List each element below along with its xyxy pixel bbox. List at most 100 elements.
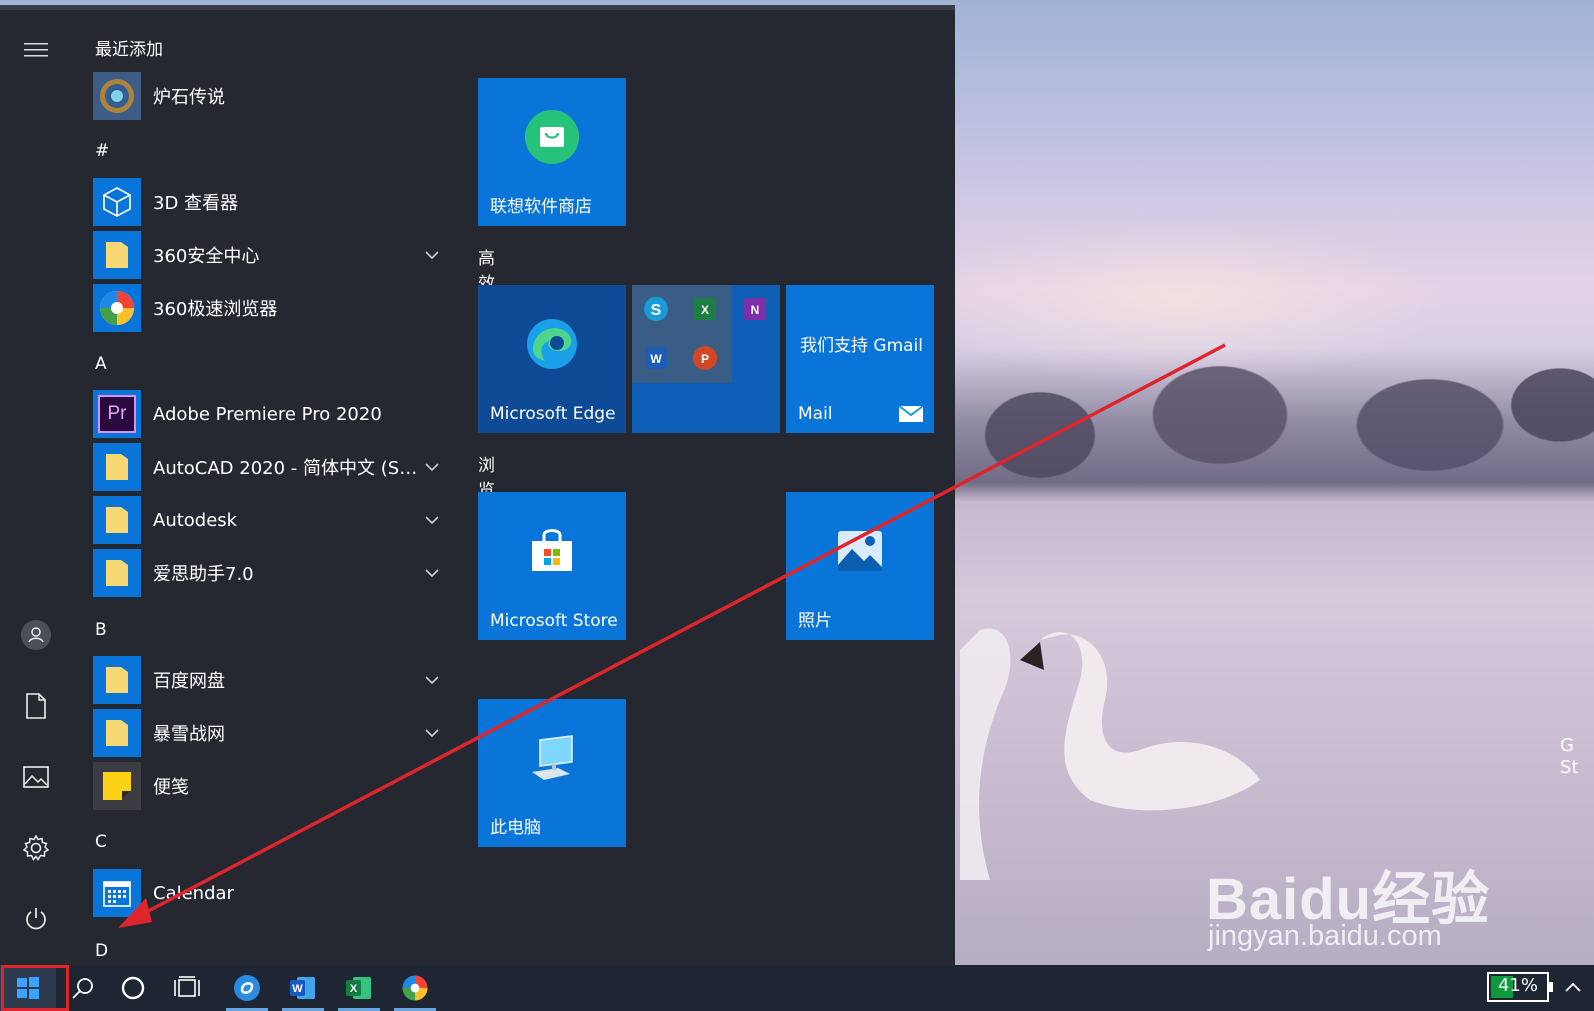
app-3d-viewer[interactable]: 3D 查看器: [93, 178, 450, 226]
computer-icon: [478, 699, 626, 817]
premiere-pro-icon: Pr: [93, 390, 141, 438]
folder-icon: [93, 443, 141, 491]
search-icon: [72, 978, 93, 999]
swan-right: [1020, 632, 1260, 811]
wallpaper-trees: [960, 345, 1594, 495]
tile-microsoft-edge[interactable]: Microsoft Edge: [478, 285, 626, 433]
app-calendar[interactable]: Calendar: [93, 869, 450, 917]
photos-icon: [786, 492, 934, 610]
sticky-note-icon: [93, 762, 141, 810]
envelope-icon: [898, 405, 924, 422]
app-label: 暴雪战网: [153, 724, 225, 745]
app-label: 360安全中心: [153, 246, 260, 267]
all-apps-list: 最近添加 炉石传说 # 3D 查看器 360安全中心 360极速浏览器 A Pr…: [0, 5, 455, 965]
app-label: 3D 查看器: [153, 193, 239, 214]
app-sticky-notes[interactable]: 便笺: [93, 762, 450, 810]
hearthstone-icon: [93, 72, 141, 120]
app-label: Adobe Premiere Pro 2020: [153, 403, 382, 425]
tile-microsoft-store[interactable]: Microsoft Store: [478, 492, 626, 640]
battery-tip: [1549, 982, 1553, 992]
app-premiere-pro[interactable]: Pr Adobe Premiere Pro 2020: [93, 390, 450, 438]
app-folder-autocad[interactable]: AutoCAD 2020 - 简体中文 (Si...: [93, 443, 450, 491]
taskbar-app-lenovo[interactable]: [220, 965, 274, 1011]
folder-icon: [93, 549, 141, 597]
chevron-down-icon[interactable]: [424, 512, 440, 528]
section-recently-added[interactable]: 最近添加: [95, 35, 163, 60]
app-folder-baidupan[interactable]: 百度网盘: [93, 656, 450, 704]
task-view-icon: [174, 976, 200, 997]
app-label: 百度网盘: [153, 671, 225, 692]
cortana-ring-icon: [121, 976, 145, 1000]
chevron-down-icon[interactable]: [424, 459, 440, 475]
tile-lenovo-store[interactable]: 联想软件商店: [478, 78, 626, 226]
svg-text:W: W: [292, 983, 303, 995]
chevron-up-icon[interactable]: [1563, 977, 1583, 997]
baidu-watermark: Baidu经验 jingyan.baidu.com: [1206, 867, 1491, 952]
chevron-down-icon[interactable]: [424, 672, 440, 688]
shopping-bag-icon: [478, 78, 626, 196]
app-label: 爱思助手7.0: [153, 564, 254, 585]
app-label: 360极速浏览器: [153, 299, 278, 320]
taskbar: W X 41%: [0, 965, 1594, 1011]
chevron-down-icon[interactable]: [424, 565, 440, 581]
tile-label: Microsoft Edge: [490, 404, 616, 424]
section-d[interactable]: D: [95, 941, 108, 960]
cortana-button[interactable]: [106, 965, 160, 1011]
section-b[interactable]: B: [95, 620, 107, 640]
battery-indicator[interactable]: 41%: [1487, 972, 1549, 1002]
app-folder-aisi[interactable]: 爱思助手7.0: [93, 549, 450, 597]
app-label: 炉石传说: [153, 87, 225, 108]
browser-360-icon: [93, 284, 141, 332]
tile-label: 照片: [798, 611, 832, 631]
app-label: 便笺: [153, 777, 189, 798]
office-apps-icons: S X N W P: [644, 297, 766, 370]
section-a[interactable]: A: [95, 354, 107, 374]
tile-mail[interactable]: 我们支持 Gmail Mail: [786, 285, 934, 433]
section-c[interactable]: C: [95, 832, 107, 852]
svg-text:X: X: [701, 303, 709, 317]
svg-text:N: N: [751, 303, 760, 317]
tile-label: 联想软件商店: [490, 197, 592, 217]
app-label: Calendar: [153, 882, 234, 904]
svg-text:S: S: [651, 302, 662, 319]
edge-icon: [478, 285, 626, 403]
chevron-down-icon[interactable]: [424, 247, 440, 263]
chevron-down-icon[interactable]: [424, 725, 440, 741]
app-label: Autodesk: [153, 509, 238, 531]
taskbar-app-excel[interactable]: X: [332, 965, 386, 1011]
svg-text:P: P: [701, 352, 709, 366]
browser-360-icon: [402, 975, 428, 1001]
start-menu: 最近添加 炉石传说 # 3D 查看器 360安全中心 360极速浏览器 A Pr…: [0, 5, 955, 965]
app-folder-autodesk[interactable]: Autodesk: [93, 496, 450, 544]
word-icon: W: [290, 977, 315, 999]
store-bag-icon: [478, 492, 626, 610]
battery-percentage: 41%: [1497, 975, 1538, 996]
folder-icon: [93, 231, 141, 279]
section-hash[interactable]: #: [95, 141, 109, 161]
svg-text:W: W: [650, 352, 662, 366]
tile-photos[interactable]: 照片: [786, 492, 934, 640]
folder-icon: [93, 709, 141, 757]
mail-promo-text: 我们支持 Gmail: [800, 336, 924, 356]
taskbar-app-word[interactable]: W: [276, 965, 330, 1011]
lenovo-app-icon: [234, 975, 260, 1001]
tile-label: 此电脑: [490, 818, 541, 838]
app-label: AutoCAD 2020 - 简体中文 (Si...: [153, 458, 418, 479]
app-folder-360-security[interactable]: 360安全中心: [93, 231, 450, 279]
svg-text:X: X: [350, 983, 358, 995]
folder-icon: [93, 496, 141, 544]
app-360-browser[interactable]: 360极速浏览器: [93, 284, 450, 332]
annotation-highlight-box: [1, 965, 69, 1011]
tile-office-folder[interactable]: S X N W P: [632, 285, 780, 433]
cube-icon: [93, 178, 141, 226]
tile-label: Mail: [798, 404, 833, 424]
tile-label: Microsoft Store: [490, 611, 618, 631]
taskbar-app-360-browser[interactable]: [388, 965, 442, 1011]
task-view-button[interactable]: [160, 965, 214, 1011]
calendar-icon: [93, 869, 141, 917]
tile-this-pc[interactable]: 此电脑: [478, 699, 626, 847]
app-hearthstone[interactable]: 炉石传说: [93, 72, 450, 120]
desktop-icon-label: G St: [1560, 735, 1579, 778]
app-folder-battlenet[interactable]: 暴雪战网: [93, 709, 450, 757]
excel-icon: X: [346, 977, 371, 999]
